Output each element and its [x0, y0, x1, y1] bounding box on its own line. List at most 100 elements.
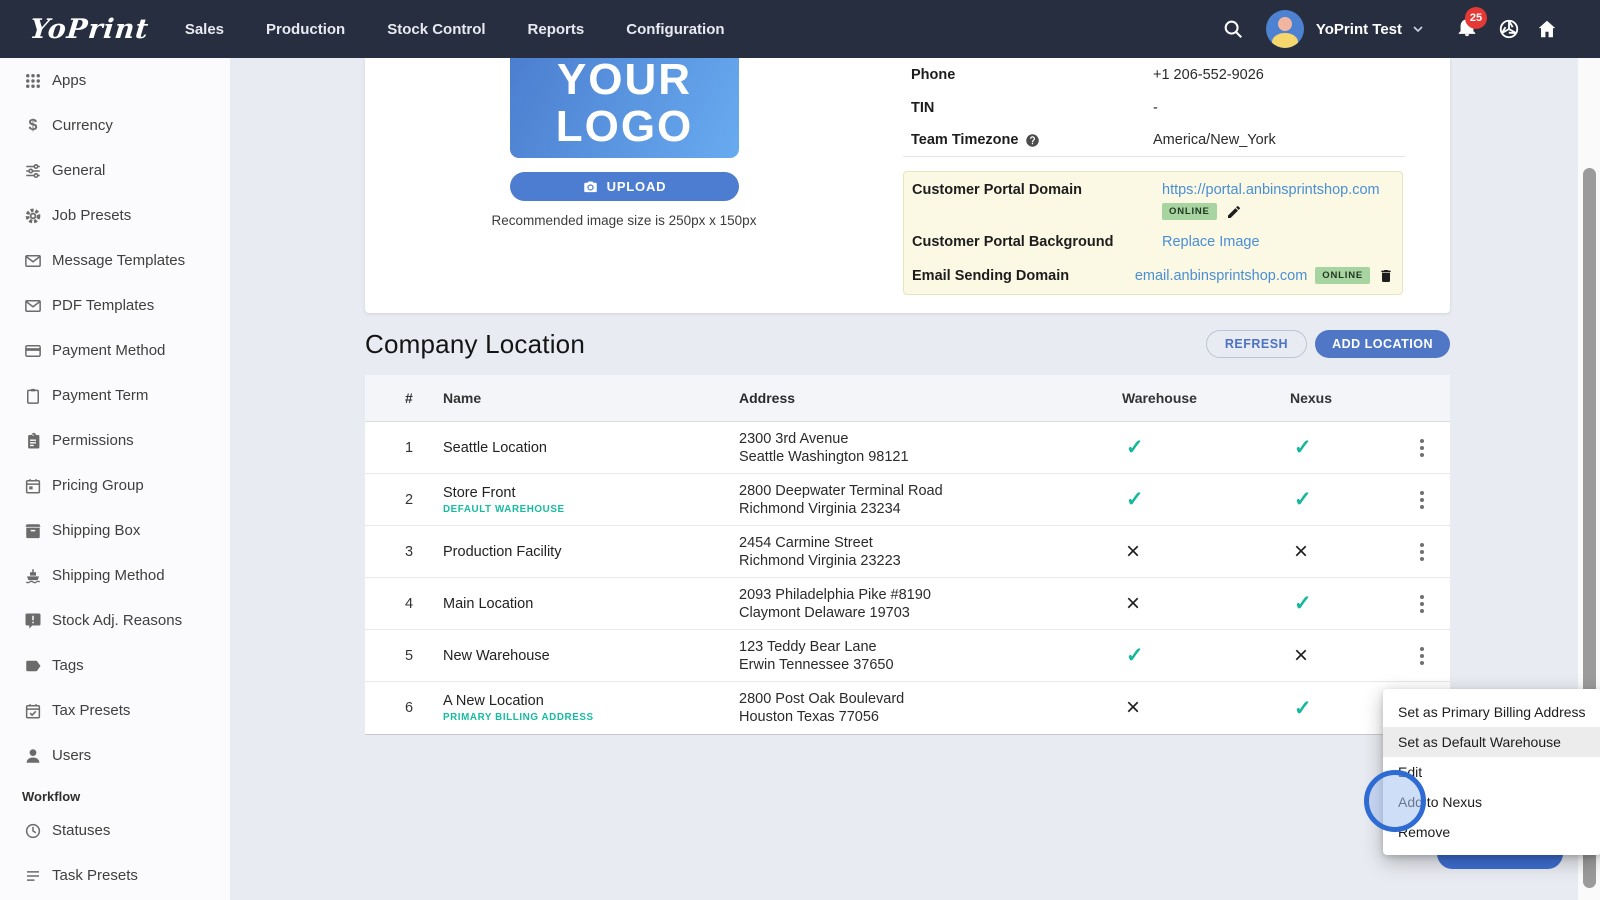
email-online-badge: ONLINE	[1315, 267, 1370, 284]
row-kebab-menu-icon[interactable]	[1414, 537, 1430, 567]
sidebar-item-payment-term[interactable]: Payment Term	[0, 373, 230, 418]
add-location-button[interactable]: ADD LOCATION	[1315, 330, 1450, 358]
sidebar-item-shipping-method[interactable]: Shipping Method	[0, 553, 230, 598]
sidebar-item-stock-adj-reasons[interactable]: Stock Adj. Reasons	[0, 598, 230, 643]
menu-reports[interactable]: Reports	[528, 21, 585, 38]
portal-background-row: Customer Portal Background Replace Image	[912, 234, 1394, 250]
sidebar-item-users[interactable]: Users	[0, 733, 230, 778]
upload-logo-button[interactable]: UPLOAD	[510, 172, 739, 201]
page-title: Company Location	[365, 329, 585, 360]
warehouse-mark: ✓	[1126, 643, 1152, 668]
portal-domain-link[interactable]: https://portal.anbinsprintshop.com	[1162, 182, 1380, 198]
company-logo-placeholder: YOUR LOGO	[510, 58, 739, 158]
location-address: 2454 Carmine StreetRichmond Virginia 232…	[739, 534, 1122, 570]
col-name: Name	[443, 390, 739, 406]
sidebar-item-payment-method[interactable]: Payment Method	[0, 328, 230, 373]
email-domain-label: Email Sending Domain	[912, 268, 1135, 284]
row-kebab-menu-icon[interactable]	[1414, 641, 1430, 671]
row-kebab-menu-icon[interactable]	[1414, 589, 1430, 619]
replace-image-link[interactable]: Replace Image	[1162, 234, 1260, 250]
email-domain-link[interactable]: email.anbinsprintshop.com	[1135, 268, 1307, 284]
calendar-check-icon	[24, 702, 42, 720]
location-name: Seattle Location	[443, 440, 739, 456]
warehouse-mark: ✓	[1126, 435, 1152, 460]
tag-icon	[24, 657, 42, 675]
nexus-mark: ✓	[1294, 696, 1320, 721]
main-menu: Sales Production Stock Control Reports C…	[185, 21, 725, 38]
shutter-icon[interactable]	[1498, 18, 1520, 40]
email-domain-row: Email Sending Domain email.anbinsprintsh…	[912, 267, 1394, 284]
location-address: 123 Teddy Bear LaneErwin Tennessee 37650	[739, 638, 1122, 674]
notifications-button[interactable]: 25	[1456, 16, 1478, 43]
boat-icon	[24, 567, 42, 585]
sidebar-item-tags[interactable]: Tags	[0, 643, 230, 688]
row-kebab-menu-icon[interactable]	[1414, 485, 1430, 515]
list-icon	[24, 867, 42, 885]
menu-stock-control[interactable]: Stock Control	[387, 21, 485, 38]
sidebar-item-shipping-box[interactable]: Shipping Box	[0, 508, 230, 553]
location-context-menu: Set as Primary Billing Address Set as De…	[1383, 689, 1600, 855]
location-address: 2300 3rd AvenueSeattle Washington 98121	[739, 430, 1122, 466]
timezone-value: America/New_York	[1153, 132, 1276, 148]
help-icon[interactable]	[1025, 133, 1040, 148]
home-icon[interactable]	[1536, 18, 1558, 40]
chevron-down-icon	[1410, 21, 1426, 37]
location-name: A New Location	[443, 693, 739, 709]
company-location-header: Company Location REFRESH ADD LOCATION	[365, 313, 1450, 375]
sidebar-item-job-presets[interactable]: Job Presets	[0, 193, 230, 238]
company-location-table: # Name Address Warehouse Nexus 1 Seattle…	[365, 375, 1450, 735]
timezone-label: Team Timezone	[903, 132, 1153, 148]
phone-label: Phone	[903, 67, 1153, 83]
box-icon	[24, 522, 42, 540]
sidebar-item-pricing-group[interactable]: Pricing Group	[0, 463, 230, 508]
clipboard-icon	[24, 387, 42, 405]
table-row: 2 Store FrontDEFAULT WAREHOUSE 2800 Deep…	[365, 474, 1450, 526]
sidebar-section-workflow: Workflow	[22, 786, 230, 806]
location-name: Store Front	[443, 485, 739, 501]
topbar-actions: YoPrint Test 25	[1222, 10, 1600, 48]
trash-icon[interactable]	[1378, 268, 1394, 284]
row-kebab-menu-icon[interactable]	[1414, 433, 1430, 463]
notification-badge: 25	[1465, 7, 1487, 29]
portal-background-label: Customer Portal Background	[912, 234, 1162, 250]
main-content: YOUR LOGO UPLOAD Recommended image size …	[230, 58, 1600, 900]
sidebar-item-statuses[interactable]: Statuses	[0, 808, 230, 853]
menu-sales[interactable]: Sales	[185, 21, 224, 38]
menu-production[interactable]: Production	[266, 21, 345, 38]
warehouse-mark: ×	[1126, 540, 1152, 564]
menu-item-set-default-warehouse[interactable]: Set as Default Warehouse	[1383, 727, 1600, 757]
location-name: New Warehouse	[443, 648, 739, 664]
table-header-row: # Name Address Warehouse Nexus	[365, 375, 1450, 422]
location-badge: DEFAULT WAREHOUSE	[443, 504, 739, 515]
user-menu[interactable]: YoPrint Test	[1316, 21, 1402, 38]
warehouse-mark: ×	[1126, 592, 1152, 616]
edit-pencil-icon[interactable]	[1226, 204, 1242, 220]
sidebar-item-currency[interactable]: $Currency	[0, 103, 230, 148]
search-icon[interactable]	[1222, 18, 1244, 40]
assignment-icon	[24, 432, 42, 450]
nexus-mark: ✓	[1294, 591, 1320, 616]
portal-domain-label: Customer Portal Domain	[912, 182, 1162, 220]
menu-item-set-primary-billing-address[interactable]: Set as Primary Billing Address	[1383, 697, 1600, 727]
sidebar-item-general[interactable]: General	[0, 148, 230, 193]
envelope-icon	[24, 297, 42, 315]
sidebar-item-apps[interactable]: Apps	[0, 58, 230, 103]
location-name: Production Facility	[443, 544, 739, 560]
portal-online-badge: ONLINE	[1162, 203, 1217, 220]
refresh-button[interactable]: REFRESH	[1206, 330, 1307, 358]
nexus-mark: ✓	[1294, 435, 1320, 460]
sidebar-item-task-presets[interactable]: Task Presets	[0, 853, 230, 898]
envelope-icon	[24, 252, 42, 270]
sidebar-item-tax-presets[interactable]: Tax Presets	[0, 688, 230, 733]
table-row: 1 Seattle Location 2300 3rd AvenueSeattl…	[365, 422, 1450, 474]
sidebar-item-message-templates[interactable]: Message Templates	[0, 238, 230, 283]
warehouse-mark: ✓	[1126, 487, 1152, 512]
tune-icon	[24, 162, 42, 180]
avatar[interactable]	[1266, 10, 1304, 48]
yoprint-logo[interactable]: YoPrint	[28, 14, 150, 45]
sidebar-item-pdf-templates[interactable]: PDF Templates	[0, 283, 230, 328]
menu-configuration[interactable]: Configuration	[626, 21, 724, 38]
location-badge: PRIMARY BILLING ADDRESS	[443, 712, 739, 723]
sidebar-item-permissions[interactable]: Permissions	[0, 418, 230, 463]
location-address: 2093 Philadelphia Pike #8190Claymont Del…	[739, 586, 1122, 622]
